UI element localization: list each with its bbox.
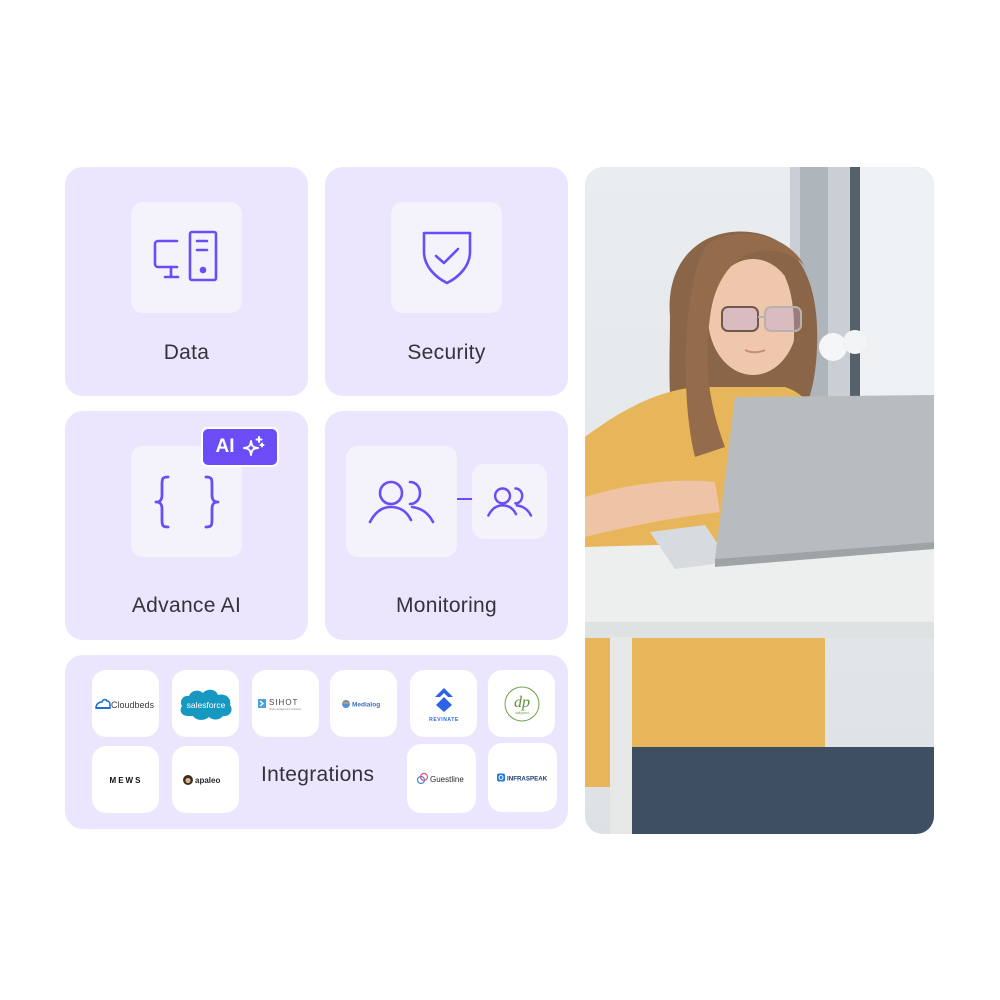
dailypoint-logo: dp dailypoint	[488, 670, 555, 737]
data-label: Data	[163, 341, 210, 364]
svg-text:dailypoint: dailypoint	[515, 711, 529, 715]
users-icon	[486, 486, 532, 517]
infraspeak-logo: INFRASPEAK	[488, 743, 557, 812]
mews-logo: MEWS	[92, 746, 159, 813]
hero-photo	[585, 167, 934, 834]
shield-check-icon	[422, 231, 471, 284]
cloudbeds-logo-mark: Cloudbeds	[94, 698, 155, 710]
svg-text:REVINATE: REVINATE	[429, 717, 459, 723]
apaleo-logo: apaleo	[172, 746, 239, 813]
svg-text:dp: dp	[514, 694, 530, 711]
sparkle-icon	[242, 436, 264, 456]
integrations-card: Cloudbeds salesforce SIHOT hotel managem…	[65, 655, 568, 829]
svg-text:Medialog: Medialog	[352, 701, 380, 708]
ai-badge-label: AI	[215, 436, 235, 457]
monitoring-icon-tile-small	[472, 464, 547, 539]
monitoring-label: Monitoring	[395, 594, 498, 617]
connector-line	[457, 498, 473, 500]
monitoring-icon-tile-large	[346, 446, 457, 557]
integrations-label: Integrations	[261, 763, 375, 786]
security-label: Security	[407, 341, 486, 364]
advance-ai-label: Advance AI	[131, 594, 242, 617]
revinate-logo: REVINATE	[410, 670, 477, 737]
sihot-logo-mark: SIHOT hotel management software	[257, 698, 302, 711]
security-card: Security	[325, 167, 568, 396]
guestline-logo-mark: Guestline	[416, 772, 464, 784]
ai-badge: AI	[201, 427, 279, 467]
dailypoint-logo-mark: dp dailypoint	[504, 686, 539, 721]
advance-ai-card: AI Advance AI	[65, 411, 308, 640]
guestline-logo: Guestline	[407, 744, 476, 813]
curly-braces-icon	[154, 475, 219, 528]
medialog-logo-mark: Medialog	[341, 699, 380, 708]
desktop-server-icon	[153, 230, 217, 281]
salesforce-logo-mark: salesforce	[180, 689, 232, 720]
sihot-logo: SIHOT hotel management software	[252, 670, 319, 737]
infraspeak-logo-mark: INFRASPEAK	[496, 773, 548, 782]
svg-text:SIHOT: SIHOT	[269, 698, 298, 707]
svg-text:salesforce: salesforce	[186, 700, 225, 710]
svg-text:INFRASPEAK: INFRASPEAK	[507, 775, 548, 782]
photo-illustration	[585, 167, 934, 834]
security-icon-tile	[391, 202, 502, 313]
monitoring-card: Monitoring	[325, 411, 568, 640]
data-icon-tile	[131, 202, 242, 313]
svg-text:MEWS: MEWS	[109, 776, 142, 785]
svg-text:Cloudbeds: Cloudbeds	[111, 700, 155, 710]
apaleo-logo-mark: apaleo	[182, 774, 220, 785]
data-card: Data	[65, 167, 308, 396]
svg-text:hotel management software: hotel management software	[269, 707, 302, 711]
salesforce-logo: salesforce	[172, 670, 239, 737]
svg-text:Guestline: Guestline	[430, 775, 464, 784]
users-icon	[368, 480, 434, 523]
mews-logo-mark: MEWS	[109, 776, 142, 785]
cloudbeds-logo: Cloudbeds	[92, 670, 159, 737]
svg-text:apaleo: apaleo	[195, 776, 220, 785]
revinate-logo-mark: REVINATE	[429, 687, 459, 723]
medialog-logo: Medialog	[330, 670, 397, 737]
